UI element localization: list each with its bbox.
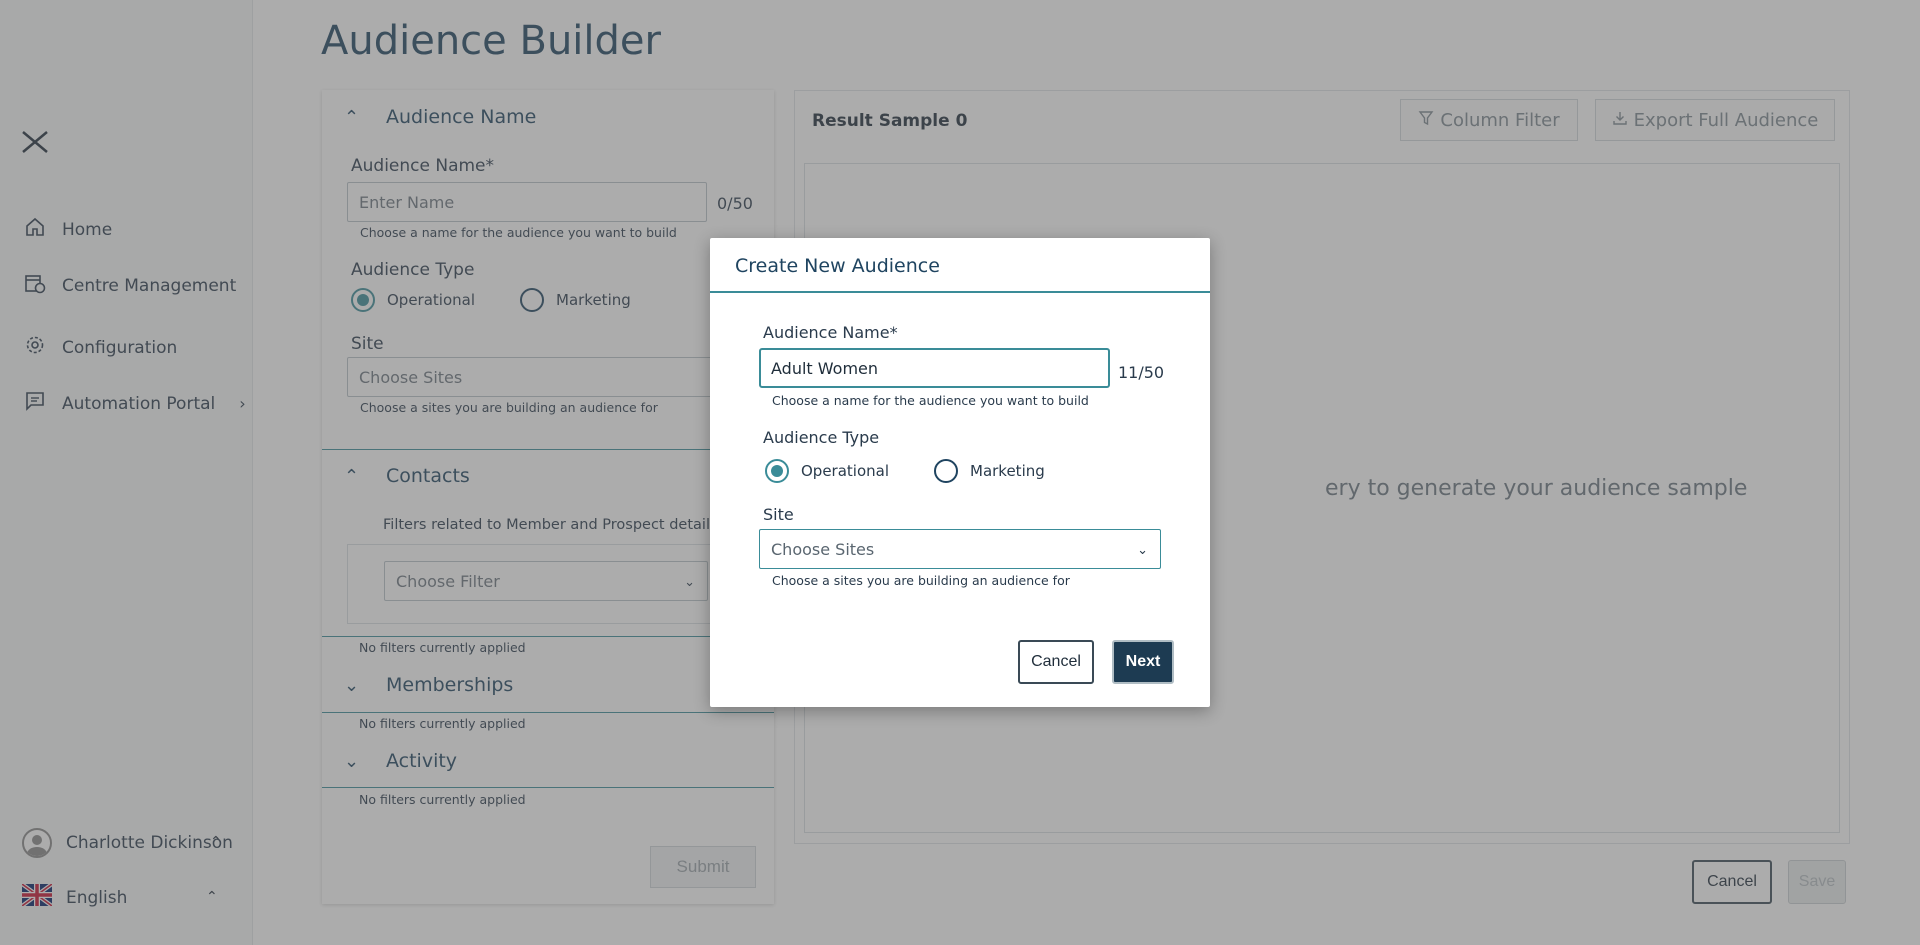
create-audience-dialog: Create New Audience Audience Name* Adult… — [710, 238, 1210, 707]
radio-selected-icon — [765, 459, 789, 483]
cancel-button[interactable]: Cancel — [1018, 640, 1094, 684]
radio-label: Marketing — [970, 462, 1045, 480]
audience-type-label: Audience Type — [763, 428, 880, 447]
radio-unselected-icon — [934, 459, 958, 483]
divider — [710, 291, 1210, 293]
audience-name-helper: Choose a name for the audience you want … — [772, 393, 1089, 408]
audience-name-label: Audience Name* — [763, 323, 898, 342]
site-helper: Choose a sites you are building an audie… — [772, 573, 1070, 588]
radio-marketing[interactable]: Marketing — [934, 459, 1045, 483]
radio-label: Operational — [801, 462, 890, 480]
select-placeholder: Choose Sites — [771, 539, 875, 559]
site-select[interactable]: Choose Sites ⌄ — [759, 529, 1161, 569]
next-button[interactable]: Next — [1112, 640, 1174, 684]
dialog-title: Create New Audience — [735, 255, 940, 277]
chevron-down-icon: ⌄ — [1137, 543, 1148, 558]
audience-name-input[interactable]: Adult Women — [759, 348, 1110, 388]
name-char-counter: 11/50 — [1118, 363, 1165, 382]
radio-operational[interactable]: Operational — [765, 459, 889, 483]
site-label: Site — [763, 505, 794, 524]
